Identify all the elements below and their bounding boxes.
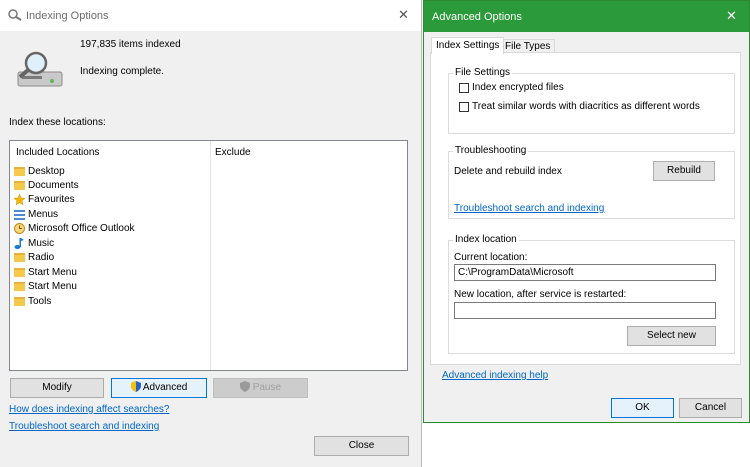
location-label: Desktop [28,165,65,177]
file-settings-label: File Settings [453,67,513,78]
folder-icon [14,180,25,190]
file-settings-group: File Settings Index encrypted files Trea… [448,67,735,134]
advanced-button[interactable]: Advanced [111,378,207,398]
folder-icon [14,296,25,306]
items-indexed-count: 197,835 items indexed [80,39,181,50]
how-indexing-affects-link[interactable]: How does indexing affect searches? [9,404,169,415]
exclude-header[interactable]: Exclude [215,147,251,158]
location-label: Tools [28,295,52,307]
drive-search-icon [17,51,63,87]
index-encrypted-label: Index encrypted files [472,82,564,93]
troubleshoot-link[interactable]: Troubleshoot search and indexing [9,421,159,432]
pause-label: Pause [252,382,282,393]
new-location-field[interactable] [454,302,716,319]
diacritics-label: Treat similar words with diacritics as d… [472,101,700,112]
window-title: Indexing Options [26,10,109,22]
location-label: Radio [28,251,55,263]
close-icon[interactable]: ✕ [726,8,737,24]
index-encrypted-checkbox[interactable] [459,83,469,93]
indexing-options-window: Indexing Options ✕ 197,835 items indexed… [0,0,422,467]
list-item[interactable]: Menus [14,207,58,221]
location-label: Documents [28,179,79,191]
troubleshooting-group: Troubleshooting Delete and rebuild index… [448,145,735,219]
list-item[interactable]: Start Menu [14,265,77,279]
star-icon [14,193,25,205]
list-item[interactable]: Music [14,236,54,250]
title-bar[interactable]: Advanced Options ✕ [424,1,749,32]
menu-icon [14,209,25,220]
troubleshoot-link[interactable]: Troubleshoot search and indexing [454,203,604,214]
current-location-label: Current location: [454,252,528,263]
current-location-field[interactable]: C:\ProgramData\Microsoft [454,264,716,281]
location-label: Menus [28,208,59,220]
location-label: Favourites [28,193,75,205]
advanced-indexing-help-link[interactable]: Advanced indexing help [442,370,548,381]
indexing-status: Indexing complete. [80,66,164,77]
indexing-icon [8,9,22,21]
index-location-group: Index location Current location: C:\Prog… [448,234,735,354]
pause-button[interactable]: Pause [213,378,308,398]
list-item[interactable]: Documents [14,178,79,192]
column-divider [210,141,211,370]
tab-file-types[interactable]: File Types [500,39,556,53]
location-label: Start Menu [28,280,77,292]
rebuild-text: Delete and rebuild index [454,166,562,177]
tab-index-settings[interactable]: Index Settings [431,37,505,54]
cancel-button[interactable]: Cancel [679,398,742,418]
close-button[interactable]: Close [314,436,409,456]
folder-icon [14,281,25,291]
advanced-options-window: Advanced Options ✕ Index Settings File T… [423,0,750,423]
music-icon [14,237,24,249]
diacritics-checkbox[interactable] [459,102,469,112]
location-label: Start Menu [28,266,77,278]
shield-icon [130,381,141,392]
new-location-label: New location, after service is restarted… [454,289,627,300]
location-label: Music [28,237,55,249]
advanced-label: Advanced [142,382,188,393]
close-icon[interactable]: ✕ [398,7,409,23]
select-new-button[interactable]: Select new [627,326,716,346]
shield-icon [239,381,250,392]
list-item[interactable]: Desktop [14,164,65,178]
list-item[interactable]: Microsoft Office Outlook [14,221,135,235]
ok-button[interactable]: OK [611,398,674,418]
included-locations-header[interactable]: Included Locations [16,147,99,158]
window-title: Advanced Options [432,11,522,23]
index-locations-label: Index these locations: [9,117,106,128]
location-label: Microsoft Office Outlook [28,222,135,234]
modify-button[interactable]: Modify [10,378,104,398]
outlook-icon [14,222,25,234]
rebuild-button[interactable]: Rebuild [653,161,715,181]
troubleshooting-label: Troubleshooting [453,145,529,156]
list-item[interactable]: Start Menu [14,279,77,293]
folder-icon [14,267,25,277]
list-item[interactable]: Favourites [14,192,75,206]
folder-icon [14,166,25,176]
index-location-label: Index location [453,234,519,245]
folder-icon [14,252,25,262]
list-item[interactable]: Radio [14,250,54,264]
list-item[interactable]: Tools [14,294,51,308]
title-bar[interactable]: Indexing Options ✕ [0,0,421,31]
index-settings-panel: File Settings Index encrypted files Trea… [430,52,741,365]
locations-list[interactable]: Included Locations Exclude Desktop Docum… [9,140,408,371]
